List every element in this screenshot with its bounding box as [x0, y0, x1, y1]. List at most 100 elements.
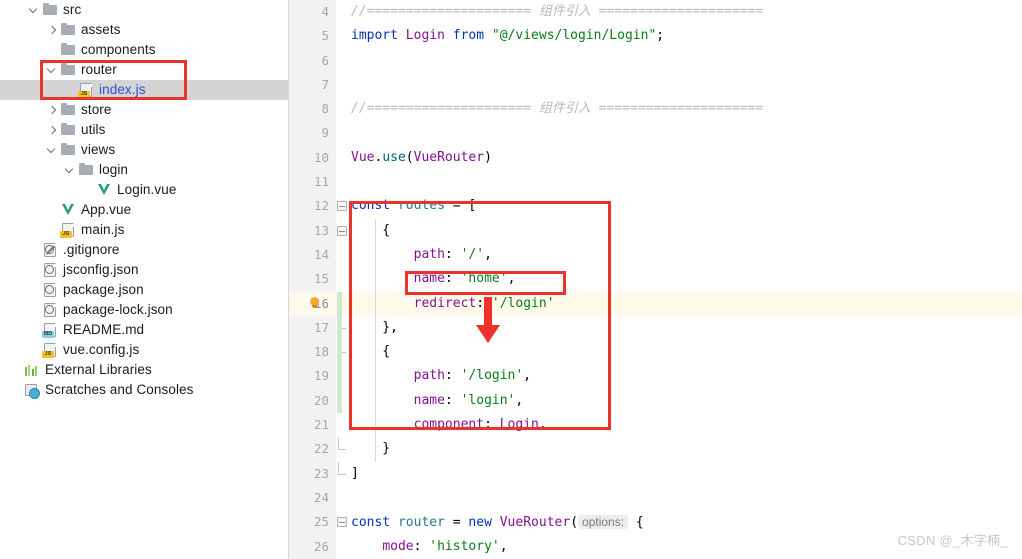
fold-toggle-icon[interactable] — [337, 517, 347, 528]
tree-item-main-js[interactable]: JS main.js — [0, 220, 288, 240]
code-token: name — [413, 271, 445, 287]
code-text: ] — [351, 462, 359, 486]
fold-toggle-icon[interactable] — [337, 225, 347, 236]
gitignore-icon — [42, 242, 58, 258]
code-line[interactable]: 24 — [289, 486, 1022, 510]
code-line[interactable]: 4 //===================== 组件引入 ==========… — [289, 0, 1022, 24]
tree-item-src[interactable]: src — [0, 0, 288, 20]
code-line[interactable]: 12 const routes = [ — [289, 194, 1022, 218]
line-number: 20 — [313, 392, 329, 408]
tree-item-external-libraries[interactable]: External Libraries — [0, 360, 288, 380]
folder-icon — [60, 102, 76, 118]
watermark-text: CSDN @_木字楠_ — [897, 533, 1008, 548]
code-line[interactable]: 8 //===================== 组件引入 ==========… — [289, 97, 1022, 121]
line-number: 6 — [321, 52, 329, 68]
intention-bulb-icon[interactable] — [309, 296, 320, 309]
code-line[interactable]: 15 name: 'home', — [289, 267, 1022, 292]
editor-panel[interactable]: 4//===================== 组件引入 ==========… — [289, 0, 1022, 559]
tree-item-gitignore[interactable]: .gitignore — [0, 240, 288, 260]
line-number: 19 — [313, 368, 329, 384]
code-line[interactable]: 23] — [289, 461, 1022, 486]
line-number: 14 — [313, 246, 329, 262]
chevron-down-icon[interactable] — [64, 164, 76, 176]
tree-item-components[interactable]: components — [0, 40, 288, 60]
tree-item-label: store — [81, 102, 112, 117]
tree-item-package-lock-json[interactable]: package-lock.json — [0, 300, 288, 320]
code-token: , — [515, 392, 524, 408]
tree-item-label: router — [81, 62, 117, 77]
tree-item-router[interactable]: router — [0, 60, 288, 80]
chevron-right-icon[interactable] — [46, 104, 58, 116]
md-file-icon: MD — [42, 322, 58, 338]
code-line[interactable]: 21 component: Login, — [289, 413, 1022, 438]
code-line[interactable]: 13 { — [289, 218, 1022, 243]
tree-item-label: assets — [81, 22, 121, 37]
code-line[interactable]: 9 — [289, 121, 1022, 145]
code-token: , — [484, 246, 492, 262]
folder-icon — [60, 142, 76, 158]
line-number: 21 — [313, 417, 329, 433]
code-line[interactable]: 20 name: 'login', — [289, 388, 1022, 414]
code-line[interactable]: 11 — [289, 170, 1022, 194]
code-token: VueRouter — [499, 515, 571, 531]
tree-item-store[interactable]: store — [0, 100, 288, 120]
line-number: 7 — [321, 76, 329, 92]
line-number: 13 — [313, 222, 329, 238]
code-token: 'login' — [460, 392, 516, 408]
chevron-down-icon[interactable] — [28, 4, 40, 16]
code-line[interactable]: 22 } — [289, 437, 1022, 462]
tree-item-assets[interactable]: assets — [0, 20, 288, 40]
line-number: 5 — [321, 28, 329, 44]
code-line[interactable]: 5 import Login from "@/views/login/Login"… — [289, 24, 1022, 48]
scratches-icon — [24, 382, 40, 399]
code-token: path — [413, 246, 445, 262]
tree-item-readme-md[interactable]: MD README.md — [0, 320, 288, 340]
code-token: : — [413, 538, 430, 554]
tree-item-label: App.vue — [81, 202, 132, 217]
tree-item-scratches-and-consoles[interactable]: Scratches and Consoles — [0, 380, 288, 400]
code-token: , — [507, 271, 516, 287]
tree-item-jsconfig-json[interactable]: jsconfig.json — [0, 260, 288, 280]
code-token: = — [444, 515, 469, 531]
fold-region-marker — [338, 437, 346, 451]
code-token: : — [476, 295, 492, 311]
fold-toggle-icon[interactable] — [337, 201, 347, 212]
tree-item-label: views — [81, 142, 116, 157]
tree-item-package-json[interactable]: package.json — [0, 280, 288, 300]
tree-item-vue-config-js[interactable]: JS vue.config.js — [0, 340, 288, 360]
chevron-right-icon[interactable] — [46, 124, 58, 136]
code-token: : — [444, 246, 461, 262]
json-file-icon — [42, 262, 58, 278]
code-line[interactable]: 6 — [289, 49, 1022, 73]
code-text: }, — [351, 316, 398, 340]
code-line[interactable]: 18 { — [289, 340, 1022, 365]
code-line[interactable]: 19 path: '/login', — [289, 364, 1022, 389]
code-token: , — [538, 417, 547, 433]
tree-item-utils[interactable]: utils — [0, 120, 288, 140]
code-content[interactable]: 4//===================== 组件引入 ==========… — [289, 0, 1022, 559]
tree-item-index-js[interactable]: JS index.js — [0, 80, 288, 100]
code-line[interactable]: 10 Vue.use(VueRouter) — [289, 146, 1022, 170]
chevron-down-icon[interactable] — [46, 64, 58, 76]
project-tree-panel[interactable]: src assets components router JS index.js store… — [0, 0, 289, 559]
code-line[interactable]: 7 — [289, 73, 1022, 97]
line-number: 22 — [313, 441, 329, 457]
code-line[interactable]: 16 redirect: '/login' — [289, 291, 1022, 316]
tree-item-views[interactable]: views — [0, 140, 288, 160]
code-token: ( — [570, 515, 579, 531]
code-token: }, — [351, 319, 398, 335]
code-line[interactable]: 17 }, — [289, 315, 1022, 341]
chevron-down-icon[interactable] — [46, 144, 58, 156]
chevron-right-icon[interactable] — [46, 24, 58, 36]
tree-item-login-vue[interactable]: Login.vue — [0, 180, 288, 200]
folder-icon — [42, 2, 58, 18]
code-line[interactable]: 14 path: '/', — [289, 242, 1022, 268]
tree-item-app-vue[interactable]: App.vue — [0, 200, 288, 220]
code-token: : — [444, 392, 461, 408]
vcs-change-marker[interactable] — [337, 291, 342, 414]
code-token: router — [397, 515, 445, 531]
tree-item-login[interactable]: login — [0, 160, 288, 180]
